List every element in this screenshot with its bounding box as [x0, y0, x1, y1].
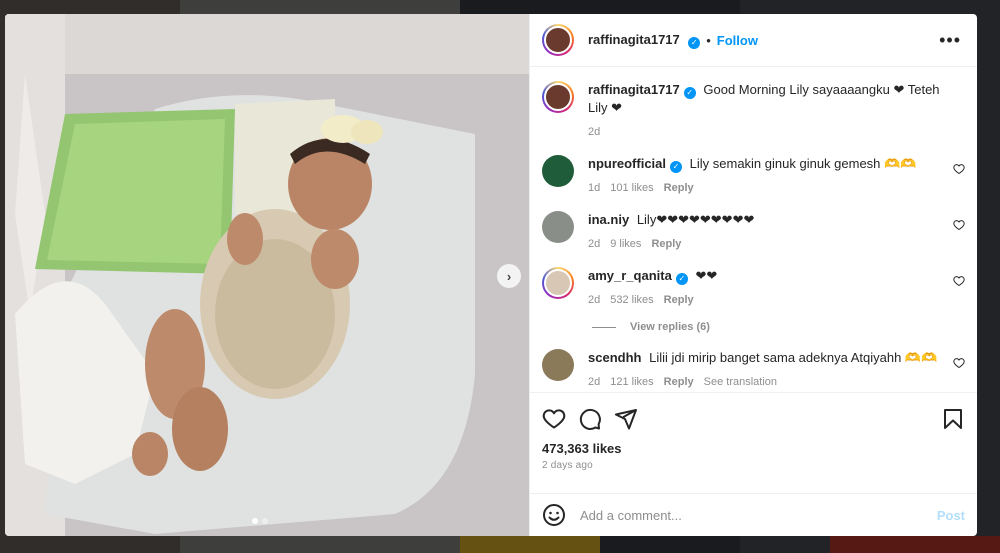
carousel-dot — [262, 518, 268, 524]
comment-likes[interactable]: 121 likes — [610, 376, 653, 388]
comment-username[interactable]: npureofficial — [588, 156, 666, 171]
like-comment-heart-icon[interactable] — [953, 275, 965, 287]
comment-item: npureofficial ✓ Lily semakin ginuk ginuk … — [542, 155, 965, 197]
post-date: 2 days ago — [542, 460, 593, 471]
avatar[interactable] — [542, 81, 574, 113]
see-translation-link[interactable]: See translation — [704, 376, 777, 388]
carousel-indicator — [252, 518, 268, 524]
bookmark-icon[interactable] — [941, 407, 965, 431]
comment-likes[interactable]: 101 likes — [610, 182, 653, 194]
likes-count[interactable]: 473,363 likes — [542, 441, 965, 456]
comment-username[interactable]: amy_r_qanita — [588, 268, 672, 283]
action-bar — [542, 399, 965, 439]
comment-time: 2d — [588, 294, 601, 306]
reply-button[interactable]: Reply — [651, 238, 681, 250]
comment-text: Lily❤❤❤❤❤❤❤❤❤ — [636, 212, 755, 227]
username-link[interactable]: raffinagita1717 ✓ — [588, 31, 701, 49]
post-media: › — [5, 14, 529, 536]
add-comment-bar: Post — [530, 493, 977, 536]
reply-button[interactable]: Reply — [664, 294, 694, 306]
like-comment-heart-icon[interactable] — [953, 163, 965, 175]
carousel-dot — [252, 518, 258, 524]
like-comment-heart-icon[interactable] — [953, 357, 965, 369]
comment-likes[interactable]: 532 likes — [610, 294, 653, 306]
view-replies-label: View replies (6) — [630, 321, 710, 333]
avatar[interactable] — [542, 24, 574, 56]
comment-likes[interactable]: 9 likes — [610, 238, 641, 250]
caption-time: 2d — [588, 126, 601, 138]
comment-item: ina.niy Lily❤❤❤❤❤❤❤❤❤ 2d 9 likes Reply — [542, 211, 965, 253]
verified-badge-icon: ✓ — [675, 273, 688, 285]
separator: • — [706, 32, 711, 48]
comment-time: 2d — [588, 238, 601, 250]
verified-badge-icon: ✓ — [683, 87, 696, 99]
reply-button[interactable]: Reply — [664, 376, 694, 388]
follow-button[interactable]: Follow — [717, 33, 758, 48]
view-replies-button[interactable]: View replies (6) — [592, 321, 965, 333]
caption-username[interactable]: raffinagita1717 — [588, 82, 680, 97]
more-options-icon[interactable]: ••• — [935, 30, 965, 51]
comment-time: 1d — [588, 182, 601, 194]
post-panel: raffinagita1717 ✓ • Follow ••• raffinagi… — [529, 14, 977, 536]
next-photo-button[interactable]: › — [497, 264, 521, 288]
comment-icon[interactable] — [578, 407, 602, 431]
comment-username[interactable]: scendhh — [588, 350, 641, 365]
caption: raffinagita1717 ✓ Good Morning Lily sayaa… — [542, 81, 965, 141]
avatar[interactable] — [542, 267, 574, 299]
reply-button[interactable]: Reply — [664, 182, 694, 194]
verified-badge-icon: ✓ — [670, 161, 683, 173]
post-modal: › raffinagita1717 ✓ • Follow ••• raffina… — [5, 14, 977, 536]
heart-icon[interactable] — [542, 407, 566, 431]
comment-item: scendhh Lilii jdi mirip banget sama adek… — [542, 349, 965, 391]
avatar[interactable] — [542, 349, 574, 381]
comment-item: amy_r_qanita ✓ ❤❤ 2d 532 likes Reply — [542, 267, 965, 309]
comment-text: Lilii jdi mirip banget sama adeknya Atqi… — [649, 350, 938, 365]
divider — [592, 326, 616, 328]
post-photo — [5, 14, 529, 536]
like-comment-heart-icon[interactable] — [953, 219, 965, 231]
comment-username[interactable]: ina.niy — [588, 212, 629, 227]
comment-text: Lily semakin ginuk ginuk gemesh 🫶🫶 — [689, 156, 917, 171]
post-header: raffinagita1717 ✓ • Follow ••• — [530, 14, 977, 67]
emoji-icon[interactable] — [542, 503, 566, 527]
comment-text: ❤❤ — [695, 268, 718, 283]
post-actions: 473,363 likes 2 days ago — [530, 392, 977, 471]
share-icon[interactable] — [614, 407, 638, 431]
comments-list[interactable]: raffinagita1717 ✓ Good Morning Lily sayaa… — [530, 67, 977, 392]
avatar[interactable] — [542, 211, 574, 243]
verified-badge-icon: ✓ — [688, 36, 701, 49]
chevron-right-icon: › — [506, 268, 512, 284]
comment-time: 2d — [588, 376, 601, 388]
avatar[interactable] — [542, 155, 574, 187]
post-comment-button[interactable]: Post — [937, 508, 965, 523]
comment-input[interactable] — [578, 506, 937, 524]
